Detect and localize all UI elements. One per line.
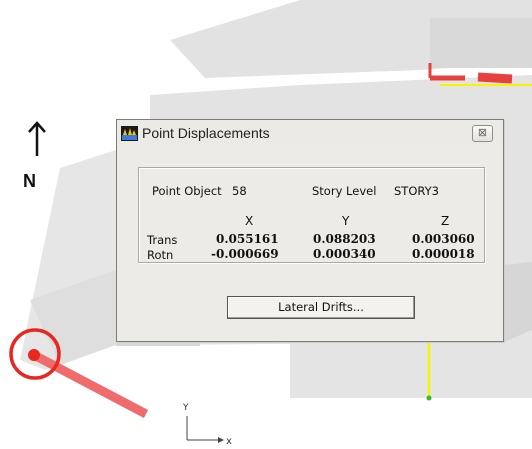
app-icon	[121, 126, 138, 141]
point-object-value: 58	[232, 184, 247, 198]
row-label-trans: Trans	[147, 233, 178, 247]
selected-point	[28, 349, 40, 361]
rotn-y-value: 0.000340	[313, 247, 376, 261]
north-arrow-icon	[28, 121, 46, 156]
trans-y-value: 0.088203	[313, 232, 376, 246]
story-level-value: STORY3	[394, 184, 439, 198]
dialog-titlebar[interactable]: Point Displacements ⊠	[117, 120, 503, 146]
north-label: N	[23, 171, 36, 191]
results-group: Point Object 58 Story Level STORY3 X Y Z…	[138, 167, 485, 263]
column-header-y: Y	[342, 214, 350, 228]
close-icon: ⊠	[477, 127, 488, 139]
floor-slab	[430, 18, 532, 68]
dialog-title: Point Displacements	[142, 125, 270, 141]
rotn-z-value: 0.000018	[412, 247, 475, 261]
point-displacements-dialog: Point Displacements ⊠ Point Object 58 St…	[116, 119, 504, 342]
point-object-label: Point Object	[152, 184, 222, 198]
y-axis-label: Y	[182, 403, 189, 413]
trans-z-value: 0.003060	[412, 232, 475, 246]
x-axis-label: x	[226, 436, 232, 447]
x-axis-arrowhead	[218, 437, 224, 443]
column-header-z: Z	[441, 214, 450, 228]
close-button[interactable]: ⊠	[472, 125, 493, 142]
selected-beam	[31, 351, 149, 418]
row-label-rotn: Rotn	[147, 248, 174, 262]
trans-x-value: 0.055161	[216, 232, 279, 246]
beam-highlight	[477, 72, 513, 84]
floor-slab	[505, 262, 532, 342]
column-header-x: X	[245, 214, 254, 228]
lateral-drifts-button[interactable]: Lateral Drifts...	[227, 296, 415, 319]
story-level-label: Story Level	[312, 184, 377, 198]
rotn-x-value: -0.000669	[211, 247, 279, 261]
column-joint	[426, 395, 432, 401]
